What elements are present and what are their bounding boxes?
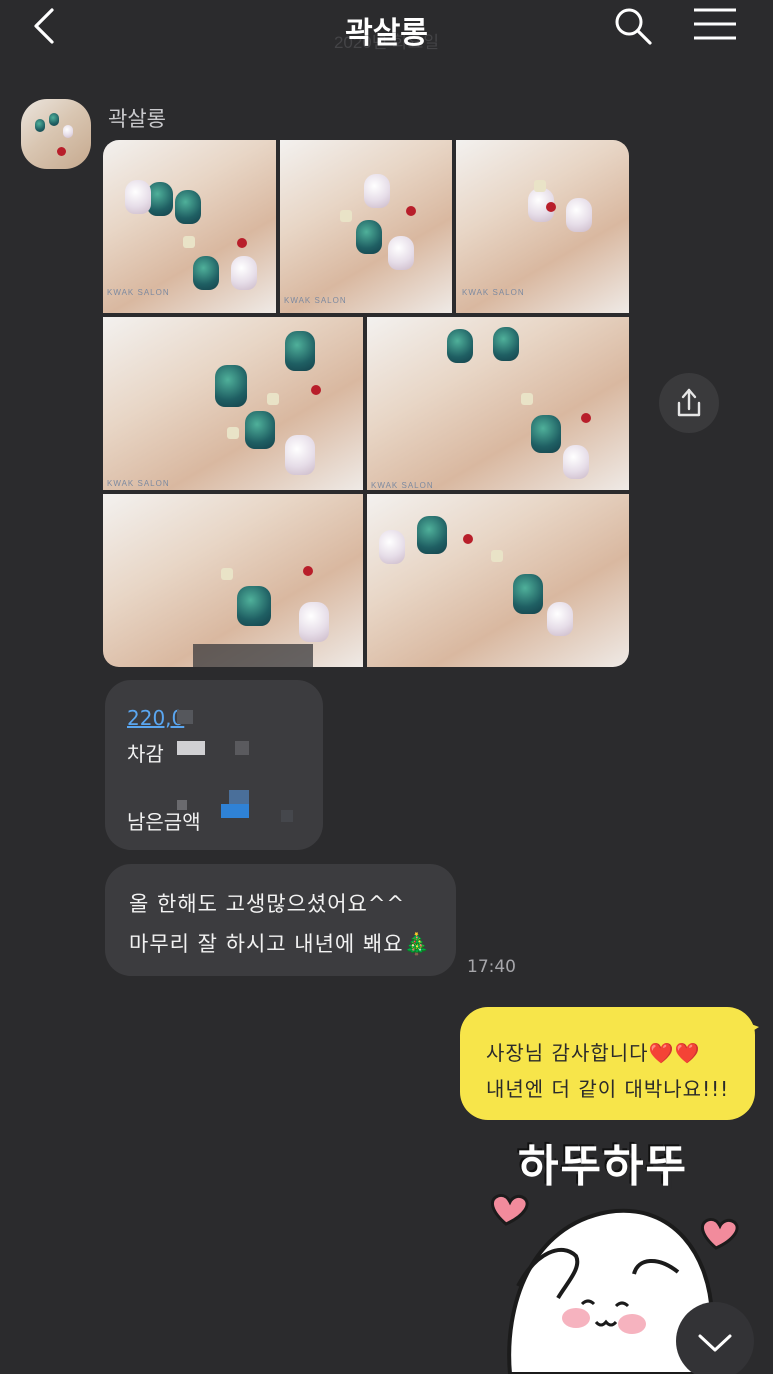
message-line: 사장님 감사합니다❤️❤️ — [486, 1041, 701, 1065]
nail-photo[interactable] — [367, 494, 629, 667]
sender-name: 곽살롱 — [108, 107, 166, 131]
hamburger-menu-icon — [694, 8, 736, 40]
sender-avatar[interactable] — [21, 99, 91, 169]
photo-album[interactable]: KWAK SALON KWAK SALON KWAK SALON KWAK SA… — [103, 140, 629, 667]
chat-header: 2020년 화요일 곽살롱 — [0, 0, 773, 60]
nail-photo[interactable]: KWAK SALON — [456, 140, 629, 313]
share-icon — [677, 388, 701, 417]
nail-photo[interactable]: KWAK SALON — [367, 317, 629, 490]
censor-mosaic — [177, 800, 187, 810]
sticker-caption: 하뚜하뚜 — [518, 1141, 688, 1192]
photo-watermark: KWAK SALON — [462, 288, 525, 297]
photo-watermark: KWAK SALON — [371, 481, 434, 490]
censor-mosaic — [177, 741, 205, 755]
search-icon — [615, 8, 652, 45]
price-link[interactable]: 220,0 — [127, 706, 184, 730]
deduction-text: 차감 — [127, 742, 164, 766]
nail-photo[interactable] — [103, 494, 363, 667]
nail-photo[interactable]: KWAK SALON — [280, 140, 452, 313]
nail-photo[interactable]: KWAK SALON — [103, 317, 363, 490]
sent-message-bubble[interactable]: 사장님 감사합니다❤️❤️ 내년엔 더 같이 대박나요!!! — [460, 1007, 759, 1120]
message-timestamp: 17:40 — [467, 957, 516, 977]
message-line: 마무리 잘 하시고 내년에 봬요🎄 — [129, 932, 431, 956]
message-line: 올 한해도 고생많으셨어요^^ — [129, 892, 406, 916]
nail-photo[interactable]: KWAK SALON — [103, 140, 276, 313]
photo-watermark: KWAK SALON — [107, 288, 170, 297]
heart-icon — [700, 1218, 739, 1250]
photo-watermark: KWAK SALON — [107, 479, 170, 488]
heart-icon — [490, 1194, 529, 1226]
censor-mosaic — [235, 741, 249, 755]
search-button[interactable] — [612, 5, 654, 47]
censor-mosaic — [177, 710, 193, 724]
price-message-bubble[interactable]: 220,0 차감 남은금액 — [105, 680, 323, 850]
menu-button[interactable] — [690, 6, 740, 44]
remaining-amount-text: 남은금액 — [127, 810, 201, 834]
censor-mosaic — [221, 804, 249, 818]
share-button[interactable] — [659, 373, 719, 433]
message-line: 내년엔 더 같이 대박나요!!! — [486, 1077, 730, 1101]
received-message-bubble[interactable]: 올 한해도 고생많으셨어요^^ 마무리 잘 하시고 내년에 봬요🎄 — [105, 864, 456, 976]
photo-watermark: KWAK SALON — [284, 296, 347, 305]
censor-mosaic — [229, 790, 249, 804]
scroll-to-bottom-button[interactable] — [676, 1302, 754, 1374]
chevron-down-icon — [698, 1334, 732, 1352]
chat-title: 곽살롱 — [345, 16, 428, 51]
censor-mosaic — [281, 810, 293, 822]
